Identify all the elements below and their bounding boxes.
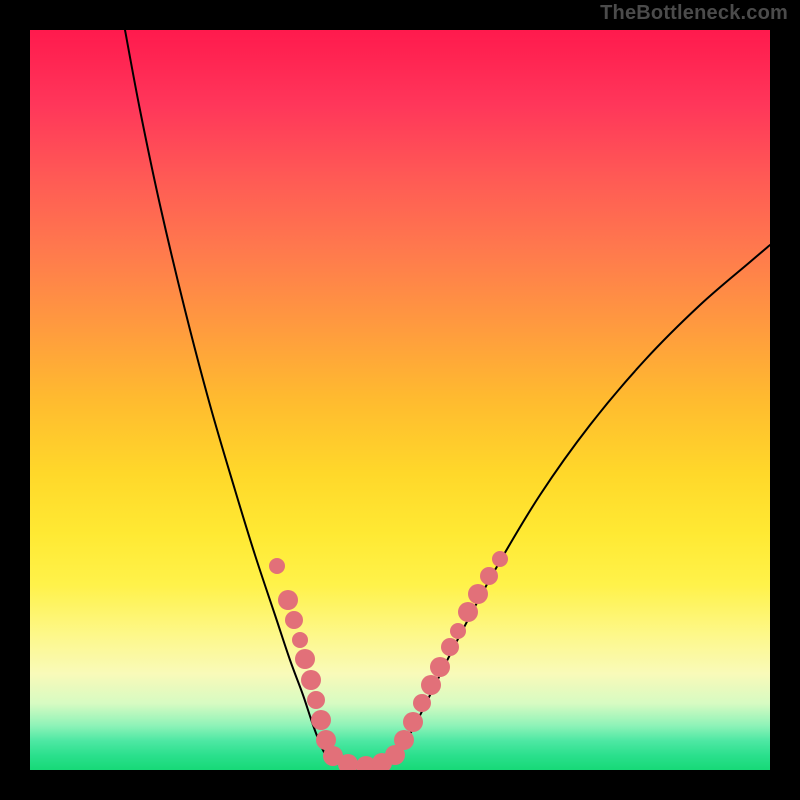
bead-right-6 — [441, 638, 459, 656]
bead-left-6 — [307, 691, 325, 709]
watermark-text: TheBottleneck.com — [600, 2, 788, 25]
bead-right-4 — [421, 675, 441, 695]
bead-left-4 — [295, 649, 315, 669]
bead-right-9 — [468, 584, 488, 604]
bead-left-5 — [301, 670, 321, 690]
bead-right-5 — [430, 657, 450, 677]
bead-left-1 — [278, 590, 298, 610]
bead-right-2 — [403, 712, 423, 732]
bottleneck-curve-svg — [30, 30, 770, 770]
bead-right-10 — [480, 567, 498, 585]
bead-right-1 — [394, 730, 414, 750]
bead-left-2 — [285, 611, 303, 629]
bead-right-7 — [450, 623, 466, 639]
bead-right-3 — [413, 694, 431, 712]
bead-markers — [269, 551, 508, 770]
bead-right-8 — [458, 602, 478, 622]
outer-frame: TheBottleneck.com — [0, 0, 800, 800]
bead-left-0 — [269, 558, 285, 574]
bead-right-11 — [492, 551, 508, 567]
plot-area — [30, 30, 770, 770]
bead-left-7 — [311, 710, 331, 730]
bead-left-3 — [292, 632, 308, 648]
